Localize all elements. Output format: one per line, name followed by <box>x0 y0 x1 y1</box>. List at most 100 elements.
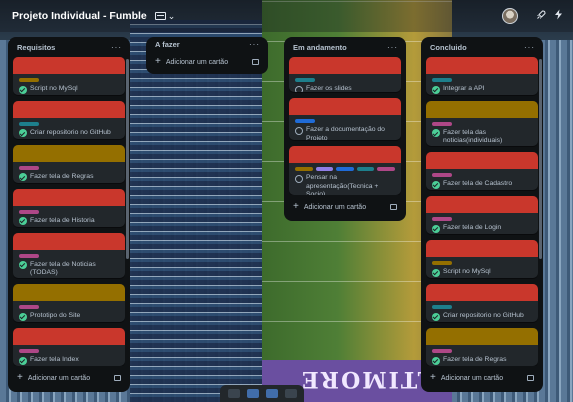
card[interactable]: Fazer tela de Regras <box>426 328 538 366</box>
card[interactable]: Fazer tela de Noticias (TODAS) <box>13 232 125 279</box>
check-complete-icon[interactable] <box>19 356 27 365</box>
card-label[interactable] <box>432 217 452 222</box>
card[interactable]: Fazer tela de Historia <box>13 188 125 227</box>
add-card-button[interactable]: + Adicionar um cartão <box>293 202 366 212</box>
card-label[interactable] <box>19 305 39 310</box>
card-body: Fazer tela de Regras <box>426 345 538 366</box>
card-label[interactable] <box>315 167 334 171</box>
card[interactable]: Criar repositorio no GitHub <box>426 284 538 323</box>
check-complete-icon[interactable] <box>19 173 27 182</box>
card-label[interactable] <box>19 209 39 214</box>
card-cover <box>289 98 401 115</box>
list-title[interactable]: A fazer <box>155 40 180 49</box>
card-label[interactable] <box>432 121 452 126</box>
card-label[interactable] <box>432 261 452 266</box>
list-title[interactable]: Concluido <box>430 43 467 52</box>
scrollbar[interactable] <box>539 59 542 259</box>
card-cover <box>426 284 538 302</box>
card[interactable]: Fazer tela de Cadastro <box>426 152 538 191</box>
check-complete-icon[interactable] <box>432 180 440 189</box>
card-title: Fazer tela de Regras <box>443 356 507 364</box>
template-icon[interactable] <box>527 375 534 381</box>
check-complete-icon[interactable] <box>432 129 440 138</box>
card-label[interactable] <box>19 78 39 82</box>
card[interactable]: Fazer tela das noticias(individuais) <box>426 100 538 147</box>
card-title: Fazer os slides <box>306 85 352 92</box>
check-complete-icon[interactable] <box>19 217 27 226</box>
card-title-row: Fazer tela de Regras <box>19 173 119 182</box>
card-label[interactable] <box>432 305 452 310</box>
check-complete-icon[interactable] <box>432 356 440 365</box>
template-icon[interactable] <box>114 375 121 381</box>
check-complete-icon[interactable] <box>432 85 440 94</box>
check-incomplete-icon[interactable] <box>295 126 303 135</box>
card[interactable]: Prototipo do Site <box>13 284 125 323</box>
inbox-button[interactable] <box>227 389 240 398</box>
card[interactable]: Fazer tela de Regras <box>13 144 125 183</box>
card-body: Fazer tela das noticias(individuais) <box>426 118 538 147</box>
card-label[interactable] <box>432 78 452 82</box>
template-icon[interactable] <box>390 204 397 210</box>
check-complete-icon[interactable] <box>432 224 440 233</box>
card[interactable]: Fazer tela de Login <box>426 196 538 235</box>
list-header: Requisitos ··· <box>13 37 125 57</box>
add-card-button[interactable]: + Adicionar um cartão <box>155 57 228 67</box>
card[interactable]: Fazer tela Index <box>13 328 125 366</box>
check-complete-icon[interactable] <box>19 261 27 270</box>
card-label[interactable] <box>432 349 452 354</box>
card-label[interactable] <box>19 253 39 258</box>
card-label[interactable] <box>295 78 315 82</box>
card-title: Fazer tela Index <box>30 356 79 364</box>
rocket-icon[interactable] <box>536 9 546 23</box>
check-incomplete-icon[interactable] <box>295 174 303 183</box>
check-complete-icon[interactable] <box>432 312 440 321</box>
more-icon[interactable]: ··· <box>111 43 122 52</box>
card-label[interactable] <box>377 167 395 171</box>
card-title: Script no MySql <box>30 85 78 92</box>
more-icon[interactable]: ··· <box>524 43 535 52</box>
template-icon[interactable] <box>252 59 259 65</box>
card[interactable]: Fazer a documentação do Projeto <box>289 98 401 140</box>
planner-button[interactable] <box>246 389 259 398</box>
list-title[interactable]: Em andamento <box>293 43 347 52</box>
card-label[interactable] <box>19 165 39 170</box>
check-complete-icon[interactable] <box>432 268 440 277</box>
card[interactable]: Criar repositorio no GitHub <box>13 100 125 139</box>
more-icon[interactable]: ··· <box>249 40 260 49</box>
card-title-row: Fazer tela das noticias(individuais) <box>432 129 532 146</box>
lightning-icon[interactable] <box>554 9 563 23</box>
add-card-button[interactable]: + Adicionar um cartão <box>17 373 90 383</box>
card-title: Pensar na apresentação(Tecnica + Socio) <box>306 174 379 195</box>
check-complete-icon[interactable] <box>19 312 27 321</box>
check-complete-icon[interactable] <box>19 85 27 94</box>
card-label[interactable] <box>336 167 354 171</box>
switch-board-button[interactable] <box>284 389 297 398</box>
card-label[interactable] <box>432 173 452 178</box>
card-body: Fazer tela Index <box>13 345 125 366</box>
add-card-label: Adicionar um cartão <box>165 58 229 66</box>
card[interactable]: Pensar na apresentação(Tecnica + Socio) <box>289 146 401 195</box>
check-incomplete-icon[interactable] <box>295 85 303 92</box>
card-title-row: Script no MySql <box>432 268 532 277</box>
card-label[interactable] <box>356 167 375 171</box>
board-button[interactable] <box>265 389 278 398</box>
card[interactable]: Script no MySql <box>13 57 125 95</box>
more-icon[interactable]: ··· <box>387 43 398 52</box>
card-label[interactable] <box>295 167 313 171</box>
add-card-button[interactable]: + Adicionar um cartão <box>430 373 503 383</box>
card[interactable]: Integrar a API <box>426 57 538 95</box>
card[interactable]: Fazer os slides <box>289 57 401 92</box>
scrollbar[interactable] <box>126 59 129 259</box>
avatar[interactable] <box>502 8 518 24</box>
card-body: Fazer a documentação do Projeto <box>289 115 401 140</box>
view-switcher-button[interactable]: ⌄ <box>154 11 175 22</box>
check-complete-icon[interactable] <box>19 129 27 138</box>
card-label[interactable] <box>295 119 315 123</box>
card-title: Fazer tela de Noticias (TODAS) <box>30 260 96 277</box>
card-label[interactable] <box>19 121 39 126</box>
list-title[interactable]: Requisitos <box>17 43 55 52</box>
card-label[interactable] <box>19 349 39 354</box>
plus-icon: + <box>17 372 23 383</box>
card[interactable]: Script no MySql <box>426 240 538 279</box>
board-title[interactable]: Projeto Individual - Fumble <box>12 10 147 22</box>
